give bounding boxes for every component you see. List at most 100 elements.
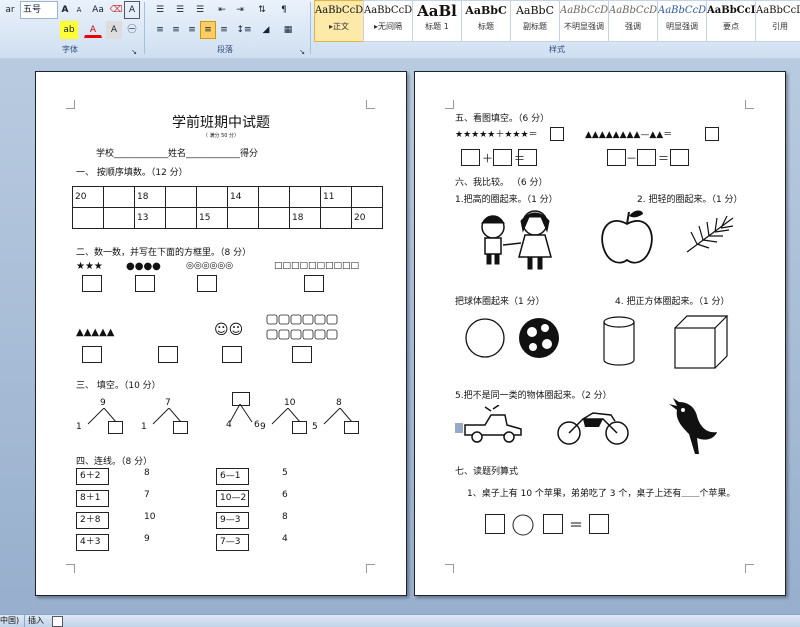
table-cell[interactable]: 20	[351, 207, 383, 229]
answer-box[interactable]	[607, 149, 626, 166]
table-cell[interactable]	[103, 207, 135, 229]
answer-box[interactable]	[518, 149, 537, 166]
answer-box[interactable]	[197, 275, 217, 292]
style-2[interactable]: AaBl 标题 1	[412, 0, 462, 42]
table-cell[interactable]	[320, 207, 352, 229]
expression-box[interactable]: 4＋3	[76, 534, 109, 551]
operator-circle[interactable]	[512, 514, 534, 536]
table-cell[interactable]	[196, 186, 228, 208]
table-cell[interactable]: 18	[134, 186, 166, 208]
table-cell[interactable]: 15	[196, 207, 228, 229]
increase-indent-icon[interactable]: ⇥	[232, 1, 248, 19]
answer-box[interactable]	[292, 346, 312, 363]
answer-box[interactable]	[222, 346, 242, 363]
style-9[interactable]: AaBbCcDc 引用	[755, 0, 800, 42]
align-right-icon[interactable]: ≡	[184, 21, 200, 39]
expression-box[interactable]: 6—1	[216, 468, 249, 485]
shading-icon[interactable]: ◢	[256, 21, 276, 39]
answer-box[interactable]	[589, 514, 609, 534]
numbering-icon[interactable]: ☰	[172, 1, 188, 19]
bond-lines	[152, 408, 182, 425]
font-color-button[interactable]: A	[84, 21, 102, 38]
page-1[interactable]: 学前班期中试题 （ 满分 50 分） 学校____________姓名_____…	[35, 71, 407, 596]
squares-group: □□□□□□□□□□	[274, 261, 360, 271]
borders-icon[interactable]: ▦	[278, 21, 298, 39]
font-name-dropdown[interactable]: ar	[0, 1, 20, 19]
answer-box[interactable]	[705, 127, 719, 141]
table-cell[interactable]	[103, 186, 135, 208]
change-case-button[interactable]: Aa	[88, 1, 108, 19]
distributed-icon[interactable]: ≡	[216, 21, 232, 39]
show-marks-icon[interactable]: ¶	[276, 1, 292, 19]
font-size-dropdown[interactable]: 五号	[20, 1, 58, 19]
align-center-icon[interactable]: ≡	[168, 21, 184, 39]
table-cell[interactable]	[227, 207, 259, 229]
sort-icon[interactable]: ⇅	[254, 1, 270, 19]
bond-right: 6	[254, 420, 260, 430]
answer-box[interactable]	[461, 149, 480, 166]
line-spacing-icon[interactable]: ↕≡	[234, 21, 254, 39]
char-shading-button[interactable]: A	[106, 21, 122, 39]
page-2[interactable]: 五、看图填空。（6 分） ★★★★★＋★★★＝ ▲▲▲▲▲▲▲▲—▲▲＝ ＋ ＝…	[414, 71, 786, 596]
style-3[interactable]: AaBbC 标题	[461, 0, 511, 42]
answer-box[interactable]	[543, 514, 563, 534]
answer-box[interactable]	[637, 149, 656, 166]
style-name: 副标题	[523, 22, 547, 31]
answer-box[interactable]	[493, 149, 512, 166]
table-cell[interactable]: 11	[320, 186, 352, 208]
style-6[interactable]: AaBbCcDc 强调	[608, 0, 658, 42]
expression-box[interactable]: 9—3	[216, 512, 249, 529]
expression-box[interactable]: 8＋1	[76, 490, 109, 507]
answer-box[interactable]	[158, 346, 178, 363]
expression-box[interactable]: 6＋2	[76, 468, 109, 485]
answer-box[interactable]	[485, 514, 505, 534]
table-cell[interactable]	[351, 186, 383, 208]
style-4[interactable]: AaBbC 副标题	[510, 0, 560, 42]
clear-format-icon[interactable]: ⌫	[108, 1, 124, 19]
answer-box[interactable]	[670, 149, 689, 166]
table-cell[interactable]	[258, 186, 290, 208]
macro-icon[interactable]	[52, 616, 63, 627]
expression-box[interactable]: 10—2	[216, 490, 249, 507]
style-1[interactable]: AaBbCcDc ▸无间隔	[363, 0, 413, 42]
style-8[interactable]: AaBbCcD 要点	[706, 0, 756, 42]
style-preview: AaBbC	[515, 4, 555, 17]
bullets-icon[interactable]: ☰	[152, 1, 168, 19]
answer-box[interactable]	[292, 421, 307, 434]
grow-font-button[interactable]: A	[58, 1, 72, 19]
style-7[interactable]: AaBbCcDc 明显强调	[657, 0, 707, 42]
table-cell[interactable]: 18	[289, 207, 321, 229]
language-indicator[interactable]: 中国)	[0, 615, 19, 627]
crop-mark	[66, 100, 75, 109]
expression-box[interactable]: 2＋8	[76, 512, 109, 529]
table-cell[interactable]	[72, 207, 104, 229]
multilevel-list-icon[interactable]: ☰	[192, 1, 208, 19]
highlight-icon[interactable]: ab	[60, 21, 78, 39]
table-cell[interactable]: 20	[72, 186, 104, 208]
table-cell[interactable]	[258, 207, 290, 229]
answer-box[interactable]	[344, 421, 359, 434]
align-left-icon[interactable]: ≡	[152, 21, 168, 39]
expression-box[interactable]: 7—3	[216, 534, 249, 551]
answer-box[interactable]	[304, 275, 324, 292]
answer-box[interactable]	[82, 346, 102, 363]
answer-box[interactable]	[82, 275, 102, 292]
answer-box[interactable]	[108, 421, 123, 434]
answer-box[interactable]	[550, 127, 564, 141]
shrink-font-button[interactable]: A	[72, 1, 86, 19]
bond-left: 1	[141, 422, 147, 432]
table-cell[interactable]: 13	[134, 207, 166, 229]
enclose-char-button[interactable]: ㊀	[124, 21, 140, 39]
table-cell[interactable]	[289, 186, 321, 208]
table-cell[interactable]: 14	[227, 186, 259, 208]
justify-icon[interactable]: ≡	[200, 21, 216, 39]
table-cell[interactable]	[165, 186, 197, 208]
answer-box[interactable]	[135, 275, 155, 292]
decrease-indent-icon[interactable]: ⇤	[214, 1, 230, 19]
style-5[interactable]: AaBbCcDc 不明显强调	[559, 0, 609, 42]
char-border-button[interactable]: A	[124, 1, 140, 19]
style-0[interactable]: AaBbCcDc ▸正文	[314, 0, 364, 42]
answer-box[interactable]	[173, 421, 188, 434]
insert-mode-indicator[interactable]: 插入	[28, 615, 44, 627]
table-cell[interactable]	[165, 207, 197, 229]
